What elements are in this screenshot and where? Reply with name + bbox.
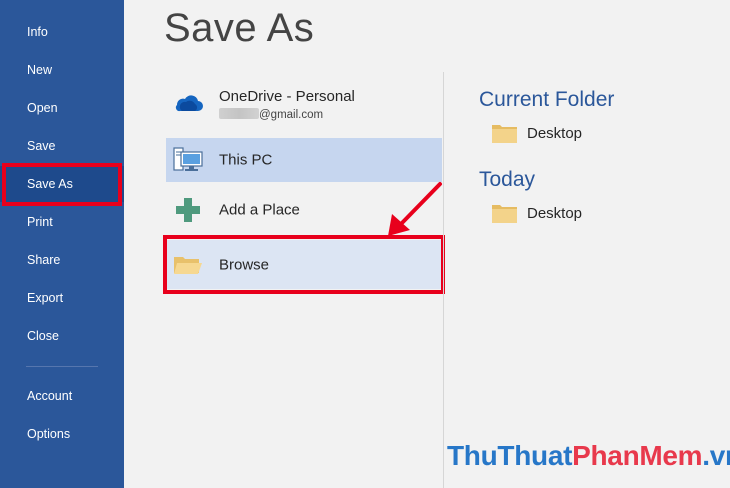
email-redaction [219,108,259,119]
nav-account[interactable]: Account [0,378,124,414]
nav-save[interactable]: Save [0,128,124,164]
this-pc-label: This PC [219,151,273,169]
folder-icon [492,125,517,143]
pointer-arrow [388,182,442,236]
browse-label: Browse [219,256,270,273]
today-title: Today [479,168,536,191]
onedrive-label: OneDrive - Personal [219,88,355,105]
nav-open[interactable]: Open [0,90,124,126]
add-a-place-label: Add a Place [219,201,300,219]
nav-close[interactable]: Close [0,318,124,354]
place-browse[interactable]: Browse [166,240,442,289]
place-this-pc[interactable]: This PC [166,138,442,182]
nav-save-as[interactable]: Save As [0,166,124,202]
nav-options[interactable]: Options [0,416,124,452]
page-title: Save As [164,6,315,50]
cloud-icon [175,95,203,112]
folder-open-icon [174,256,202,274]
nav-export[interactable]: Export [0,280,124,316]
watermark-part3: .vn [702,440,730,471]
plus-icon [176,198,200,222]
column-separator [443,72,444,488]
computer-icon [173,147,203,171]
current-folder-title: Current Folder [479,88,615,111]
email-suffix: @gmail.com [259,109,324,121]
nav-print[interactable]: Print [0,204,124,240]
nav-new[interactable]: New [0,52,124,88]
backstage-sidebar: Info New Open Save Save As Print Share E… [0,0,124,488]
current-folder-label: Desktop [527,125,583,142]
nav-share[interactable]: Share [0,242,124,278]
watermark: ThuThuatPhanMem.vn [447,440,730,472]
onedrive-email: @gmail.com [219,108,323,121]
nav-info[interactable]: Info [0,14,124,50]
today-folder-label: Desktop [527,205,583,222]
watermark-part2: PhanMem [572,440,703,471]
folder-icon [492,205,517,223]
nav-divider [26,366,98,367]
watermark-part1: ThuThuat [447,440,573,471]
